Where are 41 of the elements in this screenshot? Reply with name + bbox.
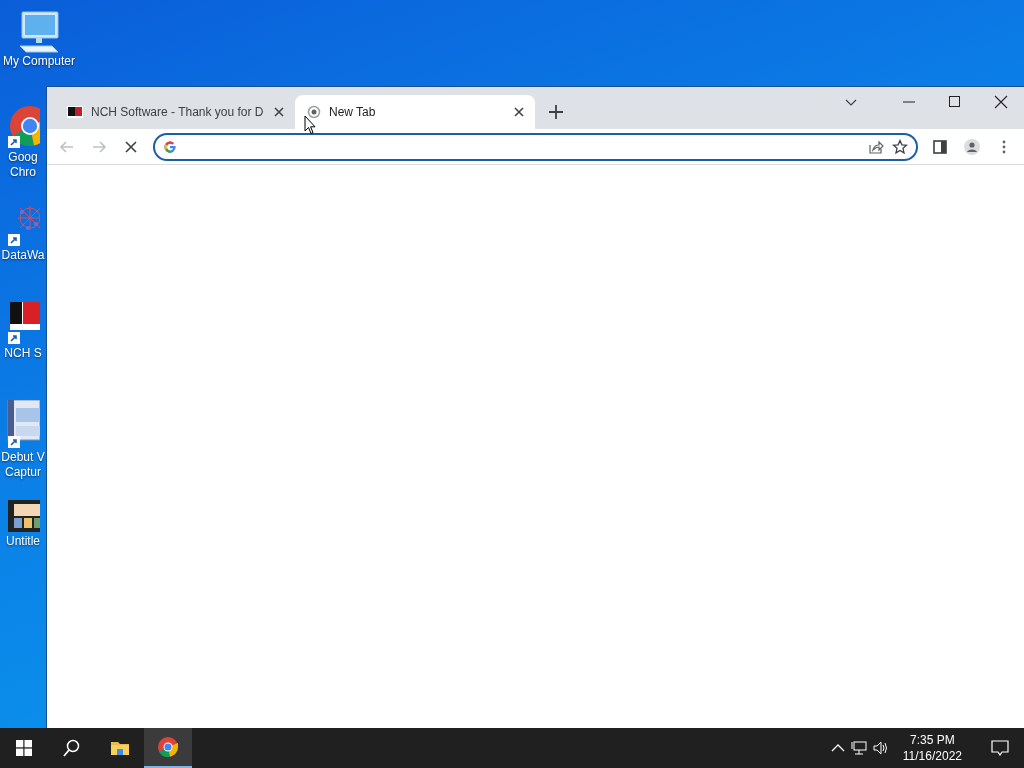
chrome-icon: [158, 737, 178, 757]
loading-icon: [307, 105, 321, 119]
icon-label: Untitle: [6, 534, 40, 549]
browser-tab[interactable]: NCH Software - Thank you for D: [55, 95, 295, 129]
icon-label: My Computer: [3, 54, 75, 69]
video-capture-shortcut-icon: [6, 400, 40, 450]
close-icon: [994, 95, 1008, 109]
nch-logo-shortcut-icon: [6, 302, 40, 346]
star-icon[interactable]: [892, 138, 908, 155]
icon-label: Debut V: [1, 450, 45, 465]
nch-favicon-icon: [67, 106, 83, 118]
icon-label: DataWa: [1, 248, 45, 263]
chevron-up-icon[interactable]: [830, 743, 845, 753]
mouse-cursor-icon: [304, 115, 316, 135]
icon-label: Captur: [5, 465, 41, 480]
windows-logo-icon: [16, 740, 32, 756]
search-icon: [62, 738, 82, 758]
speaker-icon[interactable]: [872, 741, 889, 755]
share-icon[interactable]: [868, 138, 884, 155]
close-icon: [123, 138, 139, 155]
clock-date: 11/16/2022: [902, 748, 962, 764]
icon-label: Chro: [10, 165, 36, 180]
forward-arrow-icon: [91, 138, 107, 155]
chrome-button[interactable]: [144, 728, 192, 768]
icon-label: Goog: [8, 150, 38, 165]
browser-tab[interactable]: New Tab: [295, 95, 535, 129]
google-icon: [163, 139, 177, 154]
back-arrow-icon: [59, 138, 75, 155]
close-icon[interactable]: [513, 106, 525, 118]
icon-label: NCH S: [4, 346, 42, 361]
network-icon[interactable]: [850, 741, 867, 755]
network-graph-shortcut-icon: [6, 204, 40, 248]
clock-time: 7:35 PM: [910, 732, 955, 748]
address-bar[interactable]: [153, 132, 918, 161]
person-icon: [964, 138, 980, 155]
maximize-icon: [948, 95, 962, 109]
new-tab-icon[interactable]: [549, 105, 563, 119]
video-thumbnail-icon: [6, 498, 40, 534]
side-panel-icon: [932, 138, 948, 155]
close-icon[interactable]: [273, 106, 285, 118]
speech-bubble-icon: [991, 740, 1009, 756]
